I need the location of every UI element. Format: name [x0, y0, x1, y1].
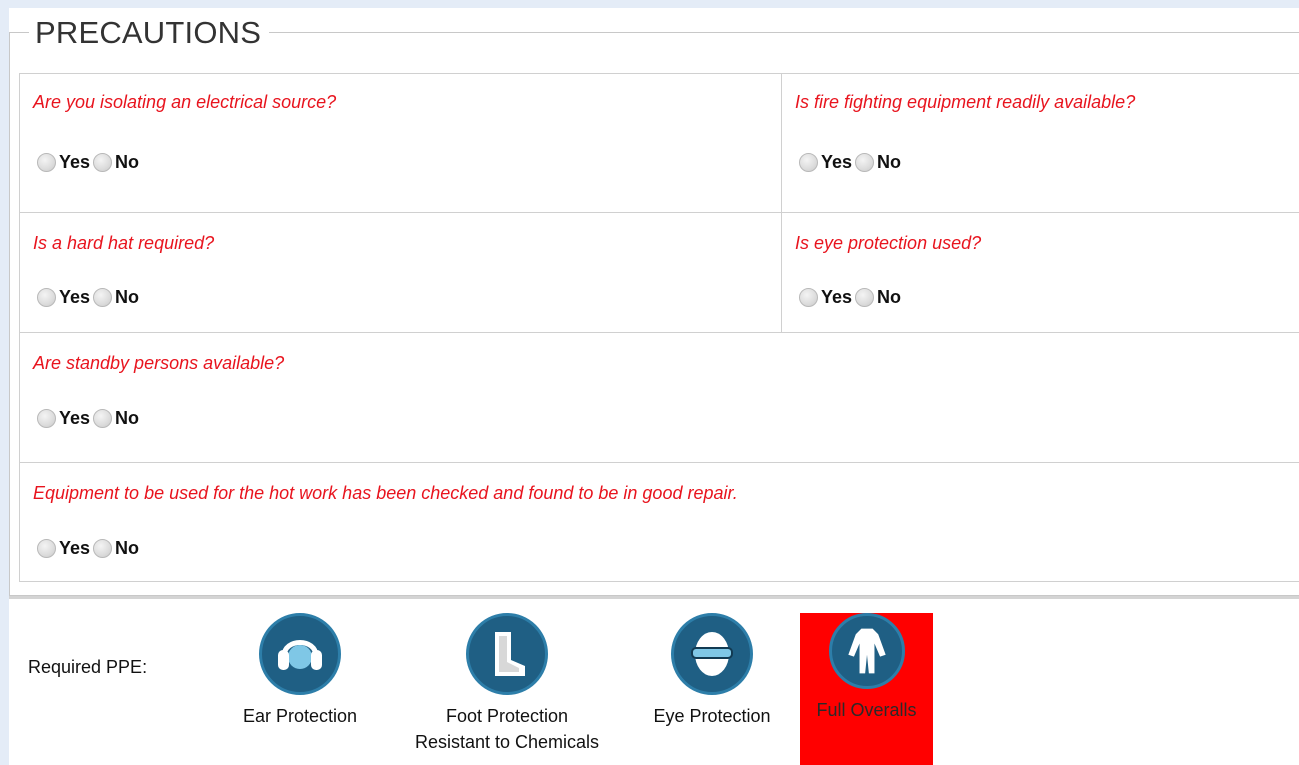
question-row: Equipment to be used for the hot work ha…	[20, 463, 1299, 583]
yes-label[interactable]: Yes	[59, 538, 90, 559]
question-row: Is a hard hat required? Yes No Is eye pr…	[20, 213, 1299, 333]
question-cell: Is fire fighting equipment readily avail…	[782, 74, 1299, 212]
ppe-label: Foot Protection Resistant to Chemicals	[414, 706, 600, 752]
yes-no-options: Yes No	[37, 152, 142, 173]
question-cell: Equipment to be used for the hot work ha…	[20, 463, 1299, 583]
ppe-label: Eye Protection	[653, 706, 771, 726]
question-text: Equipment to be used for the hot work ha…	[33, 483, 738, 503]
question-cell: Is a hard hat required? Yes No	[20, 213, 782, 332]
no-radio[interactable]	[855, 288, 875, 307]
no-radio[interactable]	[93, 409, 113, 428]
question-cell: Are you isolating an electrical source? …	[20, 74, 782, 212]
no-label[interactable]: No	[115, 538, 139, 559]
question-text: Is a hard hat required?	[33, 233, 215, 253]
precautions-page: PRECAUTIONS Are you isolating an electri…	[9, 8, 1299, 765]
no-label[interactable]: No	[115, 152, 139, 173]
yes-label[interactable]: Yes	[59, 152, 90, 173]
yes-radio[interactable]	[37, 409, 56, 428]
yes-radio[interactable]	[37, 153, 56, 172]
yes-radio[interactable]	[799, 288, 818, 307]
yes-no-options: Yes No	[37, 287, 142, 308]
eye-protection-icon	[671, 613, 753, 695]
no-radio[interactable]	[93, 153, 113, 172]
ppe-eye-protection[interactable]: Eye Protection	[629, 613, 795, 729]
ppe-foot-protection[interactable]: Foot Protection Resistant to Chemicals	[407, 613, 607, 755]
question-cell: Are standby persons available? Yes No	[20, 333, 1299, 462]
yes-no-options: Yes No	[799, 152, 904, 173]
ppe-label: Ear Protection	[242, 706, 358, 726]
no-radio[interactable]	[855, 153, 875, 172]
question-text: Are you isolating an electrical source?	[33, 92, 337, 112]
no-label[interactable]: No	[877, 287, 901, 308]
no-radio[interactable]	[93, 539, 113, 558]
section-divider	[9, 596, 1299, 599]
foot-protection-icon	[466, 613, 548, 695]
yes-radio[interactable]	[37, 288, 56, 307]
ppe-ear-protection[interactable]: Ear Protection	[219, 613, 381, 729]
questions-grid: Are you isolating an electrical source? …	[19, 73, 1299, 582]
question-text: Is fire fighting equipment readily avail…	[795, 92, 1136, 112]
question-row: Are you isolating an electrical source? …	[20, 74, 1299, 213]
ppe-label: Full Overalls	[816, 700, 917, 720]
yes-no-options: Yes No	[799, 287, 904, 308]
ear-protection-icon	[259, 613, 341, 695]
question-row: Are standby persons available? Yes No	[20, 333, 1299, 463]
required-ppe-label: Required PPE:	[28, 657, 148, 677]
yes-radio[interactable]	[37, 539, 56, 558]
yes-no-options: Yes No	[37, 408, 142, 429]
yes-no-options: Yes No	[37, 538, 142, 559]
yes-label[interactable]: Yes	[821, 152, 852, 173]
full-overalls-icon	[828, 613, 905, 689]
section-title: PRECAUTIONS	[29, 16, 270, 50]
no-radio[interactable]	[93, 288, 113, 307]
question-cell: Is eye protection used? Yes No	[782, 213, 1299, 332]
yes-radio[interactable]	[799, 153, 818, 172]
yes-label[interactable]: Yes	[59, 408, 90, 429]
no-label[interactable]: No	[877, 152, 901, 173]
no-label[interactable]: No	[115, 408, 139, 429]
question-text: Are standby persons available?	[33, 353, 285, 373]
ppe-full-overalls[interactable]: Full Overalls	[800, 613, 933, 765]
no-label[interactable]: No	[115, 287, 139, 308]
question-text: Is eye protection used?	[795, 233, 982, 253]
yes-label[interactable]: Yes	[59, 287, 90, 308]
yes-label[interactable]: Yes	[821, 287, 852, 308]
